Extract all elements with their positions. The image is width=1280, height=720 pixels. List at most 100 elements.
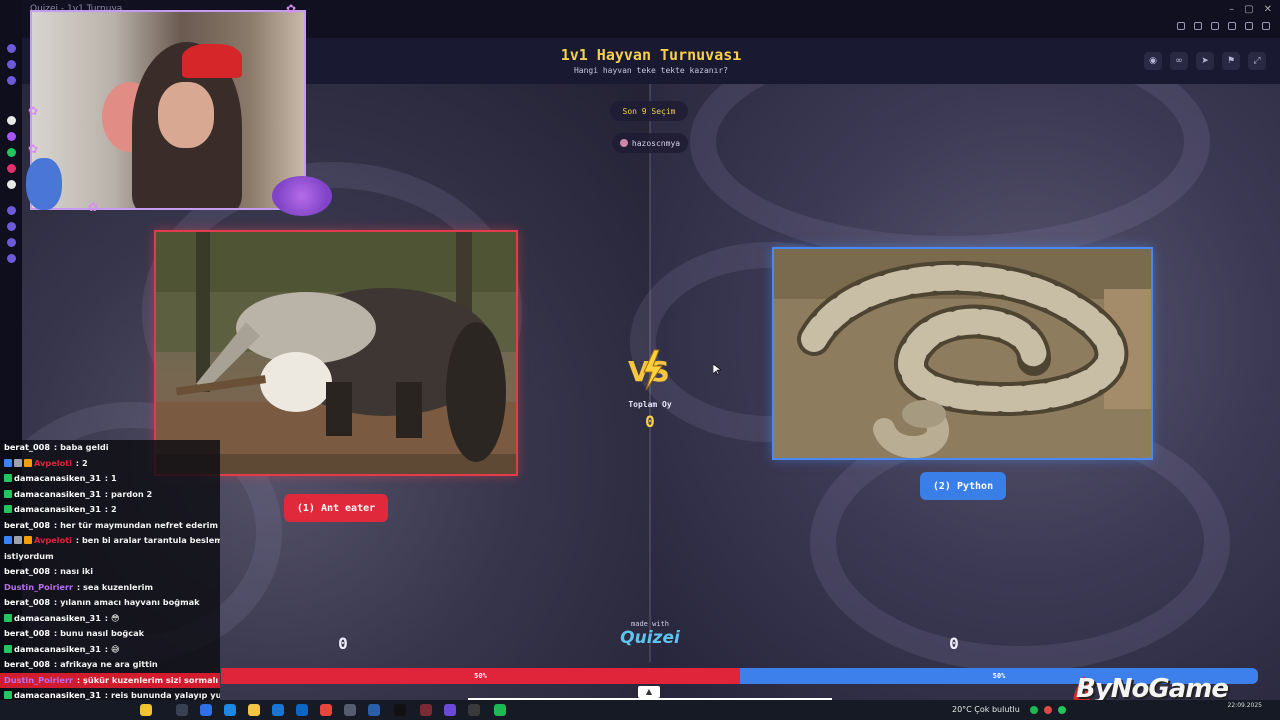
chat-username[interactable]: Avpeloti: [34, 535, 72, 545]
chat-message: damacanasiken_31 : 1: [0, 471, 220, 487]
send-icon[interactable]: ➤: [1196, 52, 1214, 70]
minimize-icon[interactable]: –: [1229, 4, 1234, 15]
chat-username[interactable]: berat_008: [4, 520, 50, 530]
extension-icon[interactable]: [1194, 22, 1202, 30]
chat-text: baba geldi: [60, 442, 109, 452]
instagram-icon[interactable]: [7, 164, 16, 173]
chat-separator: :: [51, 628, 61, 638]
sidebar-app-icon[interactable]: [7, 132, 16, 141]
screen: { "browser": { "tab_title": "Quizei - 1v…: [0, 0, 1280, 720]
tray-icon[interactable]: [1044, 706, 1052, 714]
chat-username[interactable]: damacanasiken_31: [14, 690, 101, 700]
chat-username[interactable]: Dustin_Poirierr: [4, 675, 73, 685]
folder-icon[interactable]: [248, 704, 260, 716]
chat-separator: :: [51, 442, 61, 452]
mail-icon[interactable]: [296, 704, 308, 716]
chat-username[interactable]: berat_008: [4, 628, 50, 638]
settings-icon[interactable]: [7, 254, 16, 263]
chat-username[interactable]: damacanasiken_31: [14, 644, 101, 654]
chat-text: afrikaya ne ara gittin: [60, 659, 158, 669]
option-right-image[interactable]: [772, 247, 1153, 460]
store-icon[interactable]: [272, 704, 284, 716]
sidebar-app-icon[interactable]: [7, 76, 16, 85]
chat-message: berat_008 : bunu nasıl boğcak: [0, 626, 220, 642]
tray-icon[interactable]: [1058, 706, 1066, 714]
whatsapp-icon[interactable]: [7, 148, 16, 157]
chat-username[interactable]: Dustin_Poirierr: [4, 582, 73, 592]
chat-username[interactable]: berat_008: [4, 659, 50, 669]
chat-username[interactable]: damacanasiken_31: [14, 613, 101, 623]
chat-badge-icon: [4, 613, 12, 622]
app-icon[interactable]: [344, 704, 356, 716]
chat-username[interactable]: Avpeloti: [34, 458, 72, 468]
left-percent: 50%: [474, 672, 487, 680]
spotify-icon[interactable]: [494, 704, 506, 716]
extension-icon[interactable]: [1177, 22, 1185, 30]
taskbar: 20°C Çok bulutlu 22:09.2025: [0, 700, 1280, 720]
sidebar-app-icon[interactable]: [7, 238, 16, 247]
last-picks-button[interactable]: Son 9 Seçim: [610, 101, 688, 121]
vote-left-button[interactable]: (1) Ant eater: [284, 494, 388, 522]
weather-widget[interactable]: 20°C Çok bulutlu: [952, 705, 1020, 714]
steam-icon[interactable]: [368, 704, 380, 716]
chat-badge-icon: [24, 458, 32, 467]
chrome-icon[interactable]: [320, 704, 332, 716]
taskbar-clock[interactable]: 22:09.2025: [1226, 702, 1262, 710]
chat-separator: :: [74, 581, 84, 592]
vote-right-label: (2) Python: [932, 480, 994, 492]
made-with-label: made with: [631, 620, 669, 628]
flag-icon[interactable]: ⚑: [1222, 52, 1240, 70]
chat-username[interactable]: damacanasiken_31: [14, 504, 101, 514]
eye-icon[interactable]: ◉: [1144, 52, 1162, 70]
tiktok-icon[interactable]: [394, 704, 406, 716]
sidebar-app-icon[interactable]: [7, 44, 16, 53]
browser-icon[interactable]: [444, 704, 456, 716]
chat-text: 😅: [110, 643, 120, 654]
chat-message: berat_008 : her tür maymundan nefret ede…: [0, 518, 220, 534]
extension-icon[interactable]: [1262, 22, 1270, 30]
quizei-logo[interactable]: Quizei: [610, 628, 690, 648]
sidebar-app-icon[interactable]: [7, 116, 16, 125]
right-percent: 50%: [992, 672, 1006, 680]
sidebar-app-icon[interactable]: [7, 206, 16, 215]
chat-username[interactable]: berat_008: [4, 566, 50, 576]
chat-message: Dustin_Poirierr : şükür kuzenlerim sizi …: [0, 672, 220, 688]
chat-badge-icon: [4, 474, 12, 482]
chat-text: yılanın amacı hayvanı boğmak: [60, 597, 200, 607]
chevron-up-icon[interactable]: ▲: [638, 686, 660, 698]
extension-icon[interactable]: [1228, 22, 1236, 30]
chat-separator: :: [101, 488, 111, 499]
start-icon[interactable]: [140, 704, 152, 716]
vote-right-button[interactable]: (2) Python: [920, 472, 1006, 500]
sidebar-app-icon[interactable]: [7, 222, 16, 231]
maximize-icon[interactable]: ▢: [1244, 4, 1253, 15]
search-icon[interactable]: [176, 704, 188, 716]
extension-icon[interactable]: [1211, 22, 1219, 30]
chat-separator: :: [101, 473, 111, 483]
link-icon[interactable]: ∞: [1170, 52, 1188, 70]
fullscreen-icon[interactable]: ⤢: [1248, 52, 1266, 70]
chat-overlay: berat_008 : baba geldi Avpeloti : 2 damaca…: [0, 440, 220, 700]
tray-icon[interactable]: [1030, 706, 1038, 714]
sidebar-app-icon[interactable]: [7, 60, 16, 69]
chat-message: damacanasiken_31 : 😳: [0, 611, 220, 627]
flower-icon: ✿: [28, 104, 39, 118]
app-icon[interactable]: [200, 704, 212, 716]
extension-icon[interactable]: [1245, 22, 1253, 30]
chat-username[interactable]: damacanasiken_31: [14, 473, 101, 483]
chat-text: 2: [81, 457, 88, 468]
tiktok-icon[interactable]: [7, 180, 16, 189]
chat-username[interactable]: damacanasiken_31: [14, 489, 101, 499]
chat-username[interactable]: berat_008: [4, 442, 50, 452]
username: hazoscnmya: [631, 138, 681, 148]
chat-text: şükür kuzenlerim sizi sormalı: [83, 674, 219, 685]
chat-username[interactable]: berat_008: [4, 597, 50, 607]
chat-separator: :: [74, 674, 84, 685]
chat-separator: :: [51, 597, 61, 607]
close-icon[interactable]: ✕: [1264, 4, 1272, 15]
app-icon[interactable]: [420, 704, 432, 716]
edge-icon[interactable]: [224, 704, 236, 716]
obs-icon[interactable]: [468, 704, 480, 716]
chat-text: istiyordum: [4, 550, 54, 561]
user-avatar: [619, 139, 628, 147]
